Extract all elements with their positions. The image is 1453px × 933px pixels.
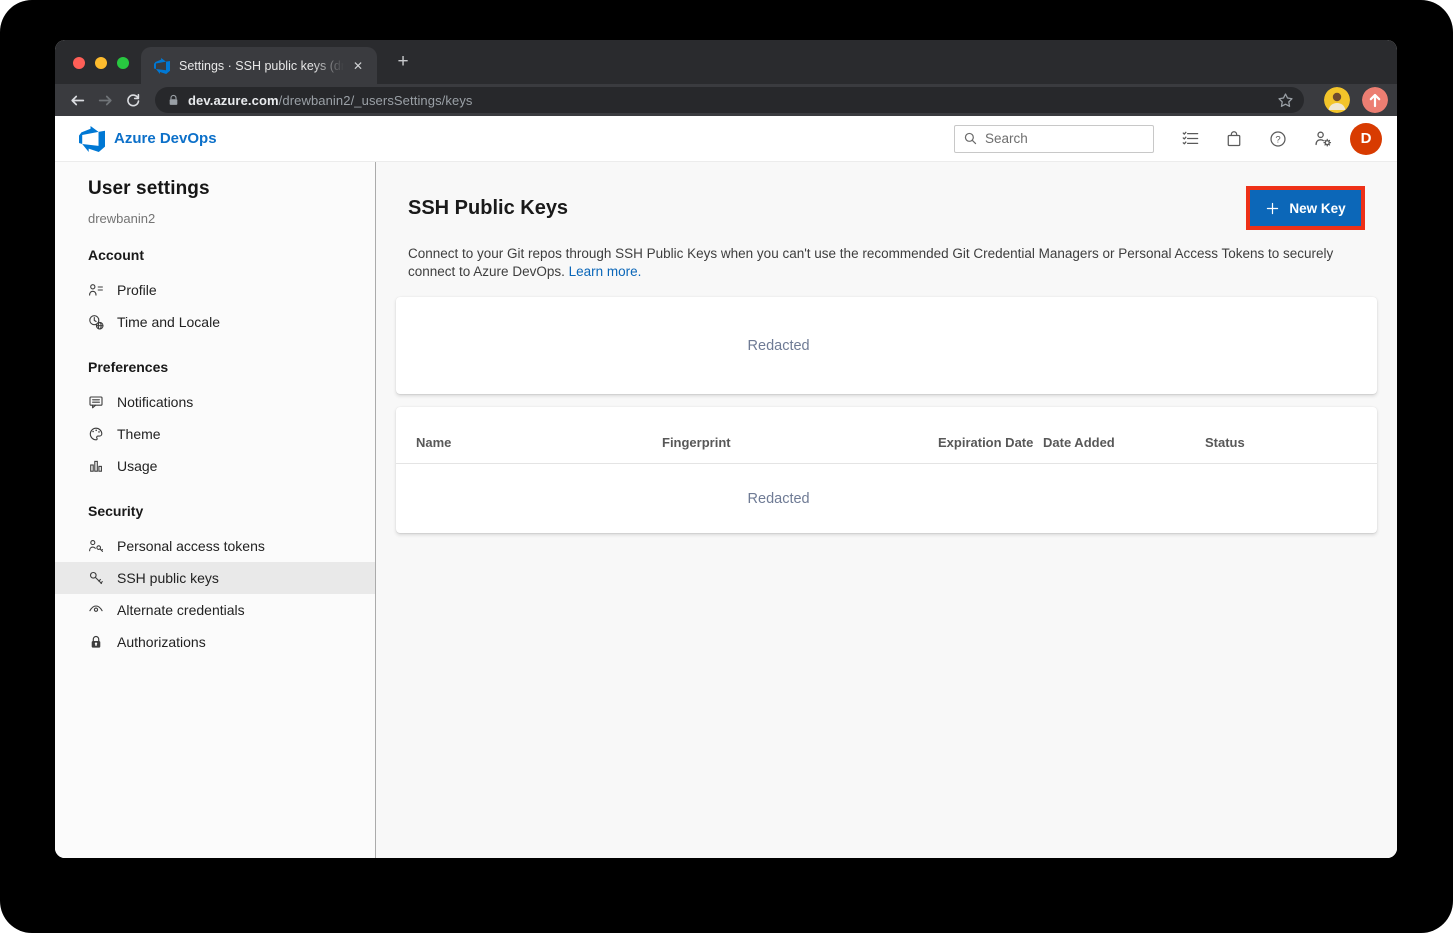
back-icon[interactable] — [63, 86, 91, 114]
window-controls — [73, 57, 129, 69]
table-header-row: Name Fingerprint Expiration Date Date Ad… — [396, 407, 1377, 464]
sidebar-item-label: Personal access tokens — [117, 538, 265, 554]
sidebar-username: drewbanin2 — [88, 211, 375, 226]
page-title: SSH Public Keys — [408, 197, 568, 220]
sidebar-item-label: Usage — [117, 458, 157, 474]
azure-devops-header: Azure DevOps ? D — [55, 116, 1397, 162]
azure-devops-favicon-icon — [154, 58, 170, 74]
sidebar-item-theme[interactable]: Theme — [55, 418, 375, 450]
address-bar[interactable]: dev.azure.com/drewbanin2/_usersSettings/… — [155, 87, 1304, 113]
task-list-icon[interactable] — [1168, 123, 1212, 155]
comment-icon — [88, 394, 104, 410]
sidebar-title: User settings — [88, 178, 375, 200]
clock-globe-icon — [88, 314, 104, 330]
column-header-date-added: Date Added — [1043, 435, 1205, 450]
marketplace-bag-icon[interactable] — [1212, 123, 1256, 155]
sidebar-item-authorizations[interactable]: Authorizations — [55, 626, 375, 658]
sidebar-item-notifications[interactable]: Notifications — [55, 386, 375, 418]
lock-icon[interactable] — [167, 94, 180, 107]
plus-icon — [1265, 201, 1280, 216]
user-settings-gear-icon[interactable] — [1300, 123, 1344, 155]
sidebar-item-time-and-locale[interactable]: Time and Locale — [55, 306, 375, 338]
new-key-button[interactable]: New Key — [1250, 190, 1361, 226]
sidebar-item-label: Time and Locale — [117, 314, 220, 330]
column-header-status: Status — [1205, 435, 1377, 450]
help-icon[interactable]: ? — [1256, 123, 1300, 155]
brand-name: Azure DevOps — [114, 130, 217, 147]
column-header-expiration-date: Expiration Date — [938, 435, 1043, 450]
tab-title: Settings · SSH public keys (dre — [179, 59, 349, 73]
search-box[interactable] — [954, 125, 1154, 153]
new-tab-button[interactable]: + — [389, 48, 417, 76]
sidebar-item-label: Authorizations — [117, 634, 206, 650]
forward-icon[interactable] — [91, 86, 119, 114]
sidebar-item-label: Alternate credentials — [117, 602, 245, 618]
url-domain: dev.azure.com — [188, 93, 279, 108]
reload-icon[interactable] — [119, 86, 147, 114]
browser-toolbar: dev.azure.com/drewbanin2/_usersSettings/… — [55, 84, 1397, 116]
svg-text:?: ? — [1275, 134, 1280, 145]
column-header-fingerprint: Fingerprint — [662, 435, 938, 450]
sidebar-item-label: Notifications — [117, 394, 193, 410]
sidebar-item-profile[interactable]: Profile — [55, 274, 375, 306]
sidebar-item-usage[interactable]: Usage — [55, 450, 375, 482]
browser-profile-avatar[interactable] — [1324, 87, 1350, 113]
person-key-icon — [88, 538, 104, 554]
search-icon — [963, 131, 978, 146]
eye-icon — [88, 602, 104, 618]
azure-devops-logo-icon — [79, 126, 105, 152]
redacted-text: Redacted — [396, 491, 1161, 507]
search-input[interactable] — [985, 131, 1145, 146]
browser-update-icon[interactable] — [1362, 87, 1388, 113]
page-description: Connect to your Git repos through SSH Pu… — [408, 245, 1353, 280]
ssh-public-keys-page: SSH Public Keys New Key Connect to your … — [376, 162, 1397, 858]
palette-icon — [88, 426, 104, 442]
maximize-window-button[interactable] — [117, 57, 129, 69]
redacted-text: Redacted — [396, 338, 1161, 354]
close-tab-icon[interactable]: ✕ — [349, 57, 367, 75]
bookmark-star-icon[interactable] — [1277, 92, 1294, 109]
close-window-button[interactable] — [73, 57, 85, 69]
redacted-card: Redacted — [396, 297, 1377, 394]
browser-tab-strip: Settings · SSH public keys (dre ✕ + — [55, 40, 1397, 84]
active-tab[interactable]: Settings · SSH public keys (dre ✕ — [141, 47, 377, 84]
new-key-label: New Key — [1289, 201, 1345, 216]
url-path: /drewbanin2/_usersSettings/keys — [279, 93, 473, 108]
bar-chart-icon — [88, 458, 104, 474]
sidebar-item-label: Theme — [117, 426, 161, 442]
sidebar-item-label: SSH public keys — [117, 570, 219, 586]
minimize-window-button[interactable] — [95, 57, 107, 69]
account-avatar[interactable]: D — [1350, 123, 1382, 155]
annotation-highlight: New Key — [1246, 186, 1365, 230]
section-account: Account — [88, 247, 375, 263]
keys-table-card: Name Fingerprint Expiration Date Date Ad… — [396, 407, 1377, 533]
browser-window: Settings · SSH public keys (dre ✕ + dev.… — [55, 40, 1397, 858]
learn-more-link[interactable]: Learn more. — [569, 264, 642, 279]
sidebar-item-ssh-public-keys[interactable]: SSH public keys — [55, 562, 375, 594]
sidebar-item-label: Profile — [117, 282, 157, 298]
settings-sidebar: User settings drewbanin2 Account Profile… — [55, 162, 376, 858]
sidebar-item-alternate-credentials[interactable]: Alternate credentials — [55, 594, 375, 626]
section-preferences: Preferences — [88, 359, 375, 375]
lock-shield-icon — [88, 634, 104, 650]
key-icon — [88, 570, 104, 586]
table-row: Redacted — [396, 464, 1377, 533]
description-text: Connect to your Git repos through SSH Pu… — [408, 246, 1333, 279]
profile-person-icon — [88, 282, 104, 298]
section-security: Security — [88, 503, 375, 519]
column-header-name: Name — [416, 435, 662, 450]
sidebar-item-personal-access-tokens[interactable]: Personal access tokens — [55, 530, 375, 562]
azure-devops-home-link[interactable]: Azure DevOps — [79, 126, 217, 152]
